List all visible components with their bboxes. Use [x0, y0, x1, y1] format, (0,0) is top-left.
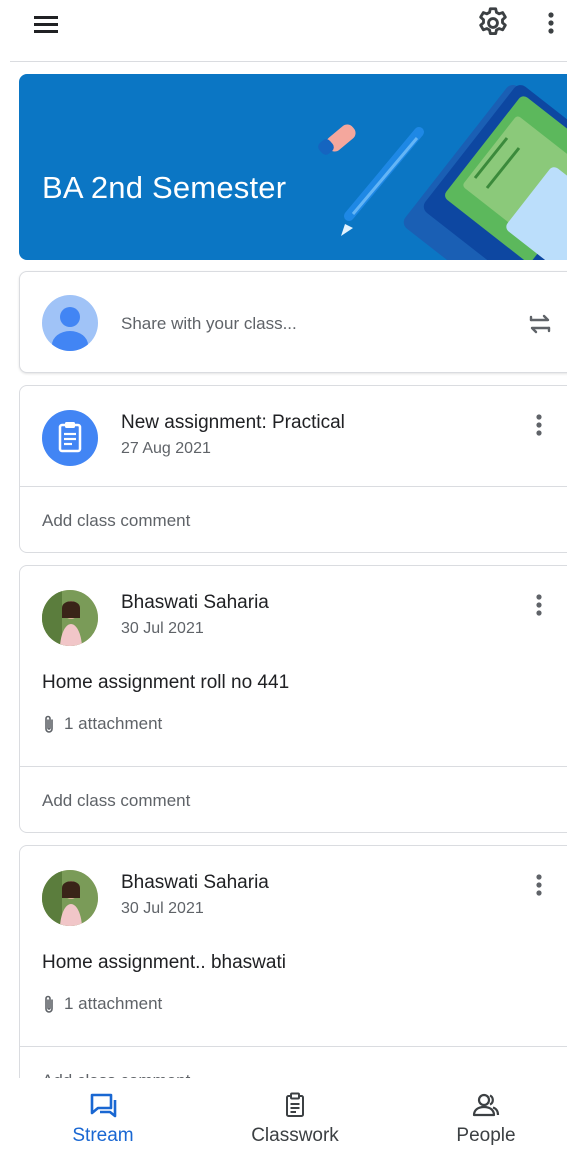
people-icon: [472, 1093, 500, 1117]
share-with-class-card[interactable]: Share with your class...: [19, 271, 567, 373]
card-divider: [20, 486, 567, 487]
repost-icon[interactable]: [522, 306, 558, 342]
post-title: New assignment: Practical: [121, 412, 345, 433]
assignment-icon: [42, 410, 98, 466]
card-divider: [20, 1046, 567, 1047]
card-divider: [20, 766, 567, 767]
attachment-link[interactable]: 1 attachment: [42, 994, 162, 1014]
paperclip-icon: [45, 995, 53, 1013]
announcement-post-card[interactable]: Bhaswati Saharia 30 Jul 2021 Home assign…: [19, 845, 567, 1113]
more-vert-icon[interactable]: [528, 588, 550, 622]
class-banner[interactable]: BA 2nd Semester: [19, 74, 567, 260]
author-avatar: [42, 870, 98, 926]
post-body: Home assignment.. bhaswati: [42, 952, 286, 973]
bottom-navigation: Stream Classwork People: [0, 1078, 567, 1149]
classwork-icon: [286, 1092, 304, 1117]
attachment-count: 1 attachment: [64, 714, 163, 733]
add-class-comment[interactable]: Add class comment: [42, 791, 190, 811]
assignment-post-card[interactable]: New assignment: Practical 27 Aug 2021 Ad…: [19, 385, 567, 553]
post-date: 27 Aug 2021: [121, 440, 211, 457]
paperclip-icon: [45, 715, 53, 733]
share-placeholder[interactable]: Share with your class...: [121, 314, 297, 334]
add-class-comment[interactable]: Add class comment: [42, 511, 190, 531]
post-date: 30 Jul 2021: [121, 620, 204, 637]
attachment-link[interactable]: 1 attachment: [42, 714, 162, 734]
more-vert-icon[interactable]: [528, 408, 550, 442]
top-app-bar: [0, 0, 567, 62]
nav-stream[interactable]: Stream: [53, 1078, 153, 1149]
post-author: Bhaswati Saharia: [121, 872, 269, 893]
more-vert-icon[interactable]: [528, 868, 550, 902]
header-divider: [10, 61, 567, 62]
gear-icon[interactable]: [474, 4, 512, 42]
class-title: BA 2nd Semester: [42, 170, 287, 205]
post-author: Bhaswati Saharia: [121, 592, 269, 613]
announcement-post-card[interactable]: Bhaswati Saharia 30 Jul 2021 Home assign…: [19, 565, 567, 833]
user-avatar: [42, 295, 98, 351]
nav-classwork-label: Classwork: [251, 1125, 339, 1146]
nav-stream-label: Stream: [72, 1125, 134, 1146]
more-vert-icon[interactable]: [540, 6, 562, 40]
banner-illustration: [318, 85, 567, 260]
post-date: 30 Jul 2021: [121, 900, 204, 917]
nav-classwork[interactable]: Classwork: [235, 1078, 355, 1149]
attachment-count: 1 attachment: [64, 994, 163, 1013]
nav-people[interactable]: People: [436, 1078, 536, 1149]
stream-icon: [90, 1093, 117, 1118]
nav-people-label: People: [456, 1125, 516, 1146]
post-body: Home assignment roll no 441: [42, 672, 290, 693]
menu-icon[interactable]: [30, 10, 64, 38]
author-avatar: [42, 590, 98, 646]
